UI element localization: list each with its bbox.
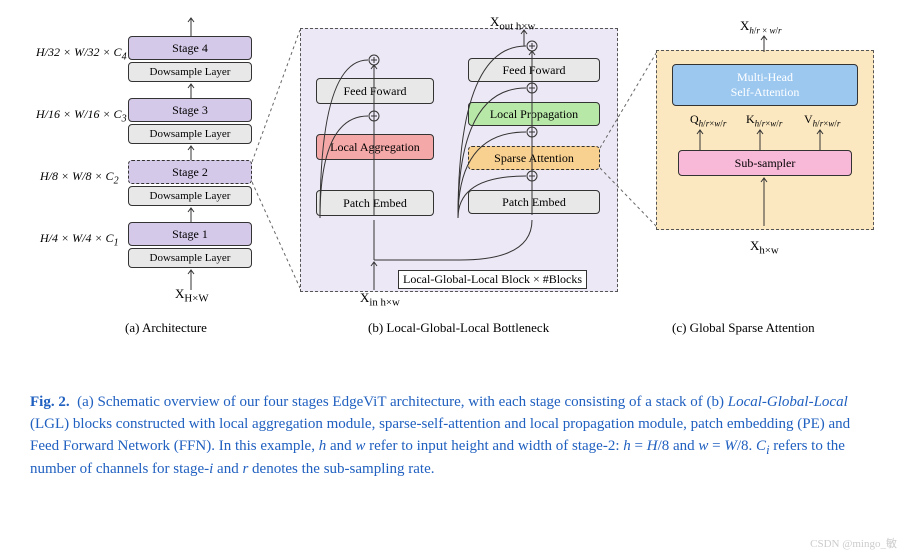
bottleneck-label: (b) Local-Global-Local Bottleneck [368,320,549,336]
arch-xin: XH×W [175,286,209,305]
arch-label: (a) Architecture [125,320,207,336]
arrow-12 [187,206,195,222]
qkv-arrows [680,128,850,150]
attn-xin: Xh×w [750,238,779,257]
dim-3: H/16 × W/16 × C3 [36,107,127,124]
stage-1: Stage 1 [128,222,252,246]
ds-4: Dowsample Layer [128,62,252,82]
arrow-attn-out [760,34,768,52]
stage-2: Stage 2 [128,160,252,184]
figure-container: H/32 × W/32 × C4 H/16 × W/16 × C3 H/8 × … [0,0,905,380]
attn-xout: Xh/r × w/r [740,18,782,36]
arrow-xin-b [370,260,378,290]
ds-3: Dowsample Layer [128,124,252,144]
residual-arrows [310,40,610,280]
attn-label: (c) Global Sparse Attention [672,320,815,336]
q-label: Qh/r×w/r [690,112,726,128]
connect-bc [600,50,660,230]
figure-caption: Fig. 2. (a) Schematic overview of our fo… [30,392,875,480]
ds-1: Dowsample Layer [128,248,252,268]
xout: Xout h×w [490,14,535,33]
arrow-34 [187,82,195,98]
dim-4: H/32 × W/32 × C4 [36,45,127,62]
mha: Multi-HeadSelf-Attention [672,64,858,106]
v-label: Vh/r×w/r [804,112,840,128]
lgl-footer: Local-Global-Local Block × #Blocks [398,270,587,289]
stage-3: Stage 3 [128,98,252,122]
watermark: CSDN @mingo_敏 [810,535,897,551]
bottleneck-xin: Xin h×w [360,290,400,309]
arrow-23 [187,144,195,160]
dim-2: H/8 × W/8 × C2 [40,169,119,186]
sub-sampler: Sub-sampler [678,150,852,176]
arrow-attn-in [760,176,768,226]
ds-2: Dowsample Layer [128,186,252,206]
connect-ab [252,30,302,290]
k-label: Kh/r×w/r [746,112,782,128]
dim-1: H/4 × W/4 × C1 [40,231,119,248]
arrow-top [187,14,195,36]
stage-4: Stage 4 [128,36,252,60]
caption-num: Fig. 2. [30,394,70,410]
